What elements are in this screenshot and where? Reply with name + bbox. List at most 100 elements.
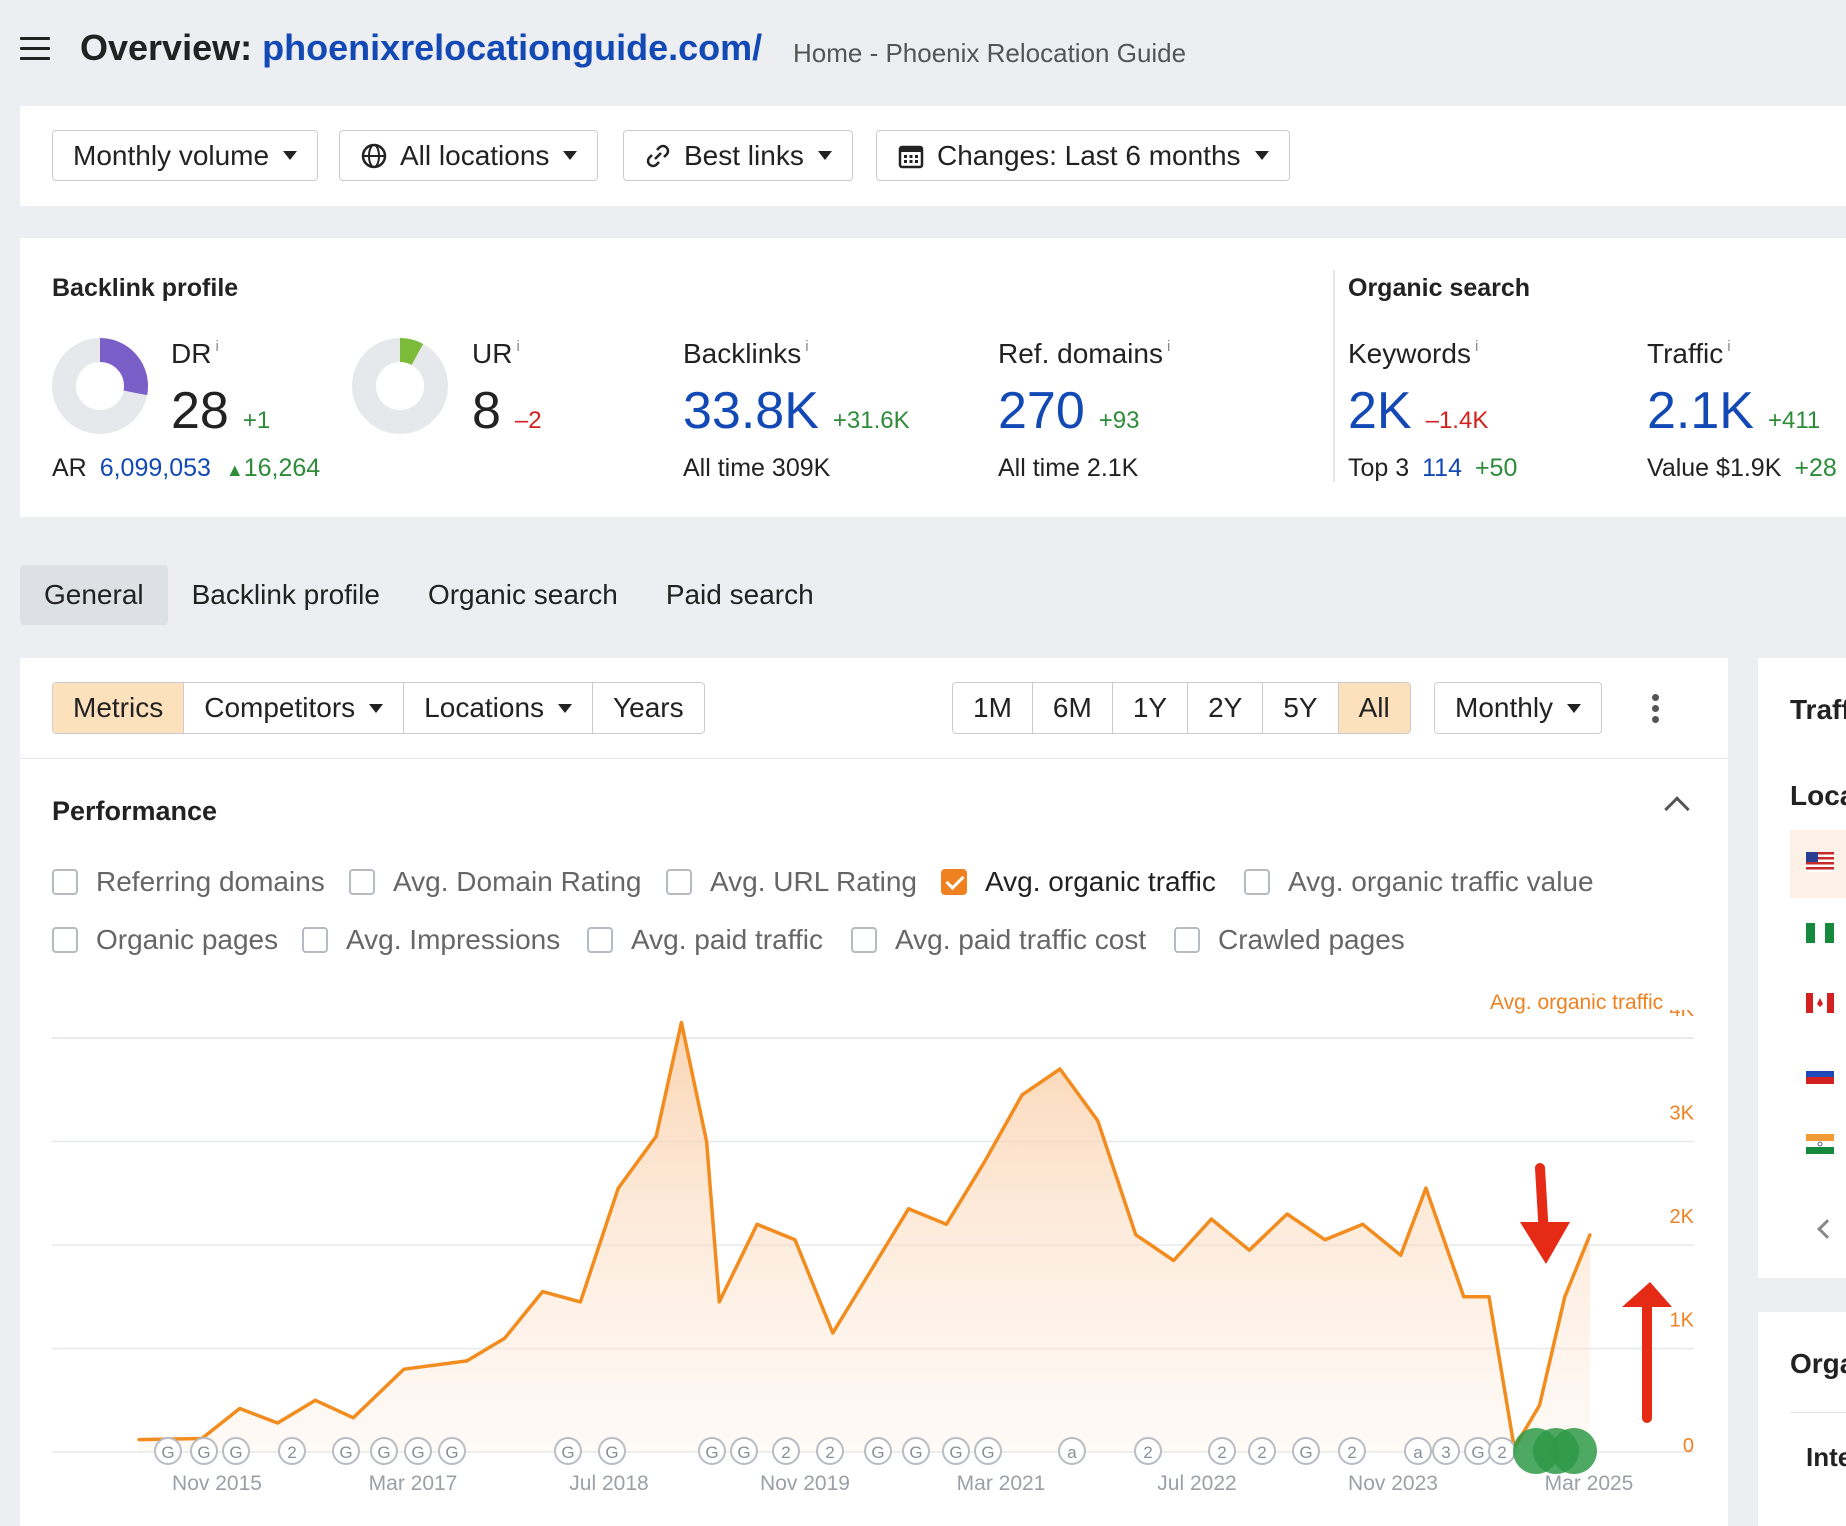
- checkbox-box[interactable]: [1244, 869, 1270, 895]
- changes-dropdown[interactable]: Changes: Last 6 months: [876, 130, 1290, 181]
- y-tick-label: 3K: [1670, 1103, 1695, 1125]
- checkbox-avg-impressions[interactable]: Avg. Impressions: [302, 924, 560, 956]
- volume-dropdown[interactable]: Monthly volume: [52, 130, 319, 181]
- keywords-value[interactable]: 2K –1.4K: [1348, 381, 1488, 441]
- checkbox-avg-paid-traffic[interactable]: Avg. paid traffic: [587, 924, 823, 956]
- data-point: [869, 1269, 873, 1273]
- google-update-marker: [1551, 1428, 1597, 1474]
- traffic-value-row: Value $1.9K +28: [1647, 454, 1837, 482]
- backlinks-value[interactable]: 33.8K +31.6K: [683, 381, 910, 441]
- ref-domains-label: Ref. domains i: [998, 338, 1171, 369]
- annotation-marker: 2: [1488, 1437, 1516, 1465]
- checkbox-box[interactable]: [52, 869, 78, 895]
- locations-dropdown[interactable]: All locations: [339, 130, 599, 181]
- x-tick-label: Nov 2019: [760, 1472, 850, 1495]
- tab-organic-search[interactable]: Organic search: [404, 565, 642, 625]
- ref-domains-all-time: All time 2.1K: [998, 454, 1139, 482]
- annotation-marker: G: [554, 1437, 582, 1465]
- locations-filter-dropdown[interactable]: Locations: [404, 683, 594, 733]
- annotation-marker: 2: [816, 1437, 844, 1465]
- info-icon[interactable]: i: [215, 338, 218, 355]
- marker-label: 2: [1497, 1443, 1506, 1462]
- checkbox-box[interactable]: [349, 869, 375, 895]
- checkbox-box[interactable]: [52, 927, 78, 953]
- data-point: [1462, 1295, 1466, 1299]
- checkbox-avg-organic-traffic-value[interactable]: Avg. organic traffic value: [1244, 866, 1594, 898]
- annotation-marker: G: [438, 1437, 466, 1465]
- side-locations-label: Loca: [1790, 780, 1846, 811]
- info-icon[interactable]: i: [1167, 338, 1170, 355]
- checkbox-box[interactable]: [1174, 927, 1200, 953]
- links-dropdown[interactable]: Best links: [623, 130, 853, 181]
- info-icon[interactable]: i: [1727, 338, 1730, 355]
- caret-down-icon: [369, 703, 384, 713]
- range-5y[interactable]: 5Y: [1263, 683, 1339, 733]
- tab-backlink-profile[interactable]: Backlink profile: [168, 565, 404, 625]
- divider: [20, 758, 1728, 759]
- checkbox-avg-paid-traffic-cost[interactable]: Avg. paid traffic cost: [851, 924, 1146, 956]
- range-2y[interactable]: 2Y: [1188, 683, 1264, 733]
- annotation-marker: a: [1404, 1437, 1432, 1465]
- annotation-marker: G: [698, 1437, 726, 1465]
- traffic-value[interactable]: 2.1K +411: [1647, 381, 1820, 441]
- range-6m[interactable]: 6M: [1033, 683, 1113, 733]
- side-card-title: Orga: [1790, 1348, 1846, 1379]
- checkbox-avg-url-rating[interactable]: Avg. URL Rating: [666, 866, 917, 898]
- checkbox-checked-icon[interactable]: [941, 869, 967, 895]
- data-point: [654, 1134, 658, 1138]
- x-tick-label: Mar 2021: [957, 1472, 1046, 1495]
- x-tick-label: Nov 2015: [172, 1472, 262, 1495]
- stats-panel: Backlink profile DR i 28 +1 AR 6,099,053 ▲…: [20, 238, 1846, 517]
- info-icon[interactable]: i: [1475, 338, 1478, 355]
- hamburger-menu-icon[interactable]: [20, 37, 50, 61]
- data-point: [717, 1300, 721, 1304]
- data-point: [1285, 1212, 1289, 1216]
- data-point: [1096, 1119, 1100, 1123]
- interval-dropdown[interactable]: Monthly: [1434, 682, 1603, 734]
- marker-label: G: [229, 1443, 242, 1462]
- checkbox-referring-domains[interactable]: Referring domains: [52, 866, 325, 898]
- annotation-marker: G: [864, 1437, 892, 1465]
- interval-label: Monthly: [1435, 683, 1601, 733]
- up-triangle-icon: ▲: [225, 460, 244, 480]
- checkbox-box[interactable]: [302, 927, 328, 953]
- annotation-marker: G: [902, 1437, 930, 1465]
- ref-domains-value[interactable]: 270 +93: [998, 381, 1139, 441]
- annotation-arrows: [1520, 1163, 1672, 1423]
- checkbox-organic-pages[interactable]: Organic pages: [52, 924, 278, 956]
- range-1m[interactable]: 1M: [953, 683, 1033, 733]
- ar-value[interactable]: 6,099,053: [100, 454, 211, 482]
- info-icon[interactable]: i: [805, 338, 808, 355]
- annotation-marker: 2: [1338, 1437, 1366, 1465]
- page-html-title: Home - Phoenix Relocation Guide: [793, 38, 1187, 68]
- checkbox-box[interactable]: [851, 927, 877, 953]
- marker-label: 3: [1441, 1443, 1450, 1462]
- range-all[interactable]: All: [1338, 683, 1410, 733]
- marker-label: G: [871, 1443, 884, 1462]
- checkbox-avg-domain-rating[interactable]: Avg. Domain Rating: [349, 866, 642, 898]
- marker-label: a: [1067, 1443, 1077, 1462]
- annotation-marker: G: [332, 1437, 360, 1465]
- checkbox-avg-organic-traffic[interactable]: Avg. organic traffic: [941, 866, 1216, 898]
- more-options-icon[interactable]: [1652, 694, 1660, 727]
- traffic-by-location-card: Traff Loca: [1758, 658, 1846, 1278]
- competitors-dropdown[interactable]: Competitors: [184, 683, 405, 733]
- years-button[interactable]: Years: [593, 683, 704, 733]
- view-segmented-control: Metrics Competitors Locations Years: [52, 682, 705, 734]
- info-icon[interactable]: i: [516, 338, 519, 355]
- data-point: [578, 1300, 582, 1304]
- checkbox-crawled-pages[interactable]: Crawled pages: [1174, 924, 1405, 956]
- annotation-marker: 2: [1208, 1437, 1236, 1465]
- checkbox-box[interactable]: [587, 927, 613, 953]
- annotation-marker: G: [190, 1437, 218, 1465]
- marker-label: 2: [1347, 1443, 1356, 1462]
- tab-paid-search[interactable]: Paid search: [642, 565, 838, 625]
- range-1y[interactable]: 1Y: [1113, 683, 1189, 733]
- chevron-up-icon[interactable]: [1664, 796, 1690, 822]
- checkbox-box[interactable]: [666, 869, 692, 895]
- marker-label: G: [377, 1443, 390, 1462]
- metrics-button[interactable]: Metrics: [53, 683, 185, 733]
- tab-general[interactable]: General: [20, 565, 168, 625]
- marker-label: a: [1413, 1443, 1423, 1462]
- data-point: [982, 1160, 986, 1164]
